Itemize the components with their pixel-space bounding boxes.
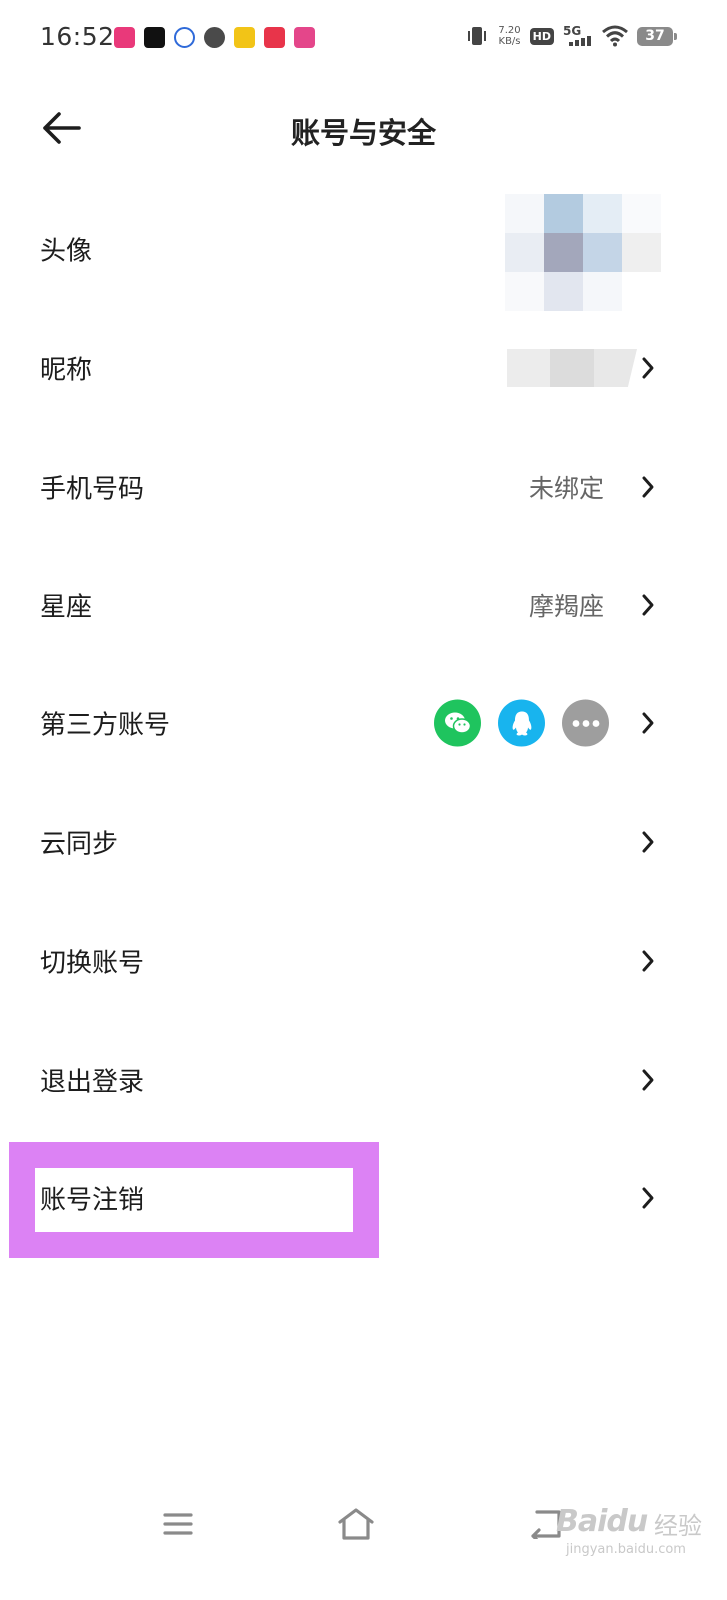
notification-app-icons — [114, 27, 315, 48]
row-switch-account[interactable]: 切换账号 — [0, 902, 727, 1020]
row-label: 昵称 — [40, 355, 93, 386]
video-app-icon — [294, 27, 315, 48]
chevron-right-icon — [642, 1069, 654, 1091]
speed-unit: KB/s — [498, 36, 521, 47]
row-phone[interactable]: 手机号码 未绑定 — [0, 428, 727, 546]
header: 账号与安全 — [0, 88, 727, 168]
hd-badge: HD — [529, 27, 554, 45]
chevron-right-icon — [642, 1187, 654, 1209]
nickname-value-blurred — [507, 349, 637, 387]
page-title: 账号与安全 — [290, 116, 436, 150]
tiktok-icon — [144, 27, 165, 48]
shopping-app-icon — [264, 27, 285, 48]
row-third-party[interactable]: 第三方账号 — [0, 664, 727, 782]
row-label: 退出登录 — [40, 1067, 145, 1098]
network-speed: 7.20 KB/s — [498, 25, 520, 47]
row-label: 切换账号 — [40, 948, 145, 979]
wechat-icon[interactable] — [434, 699, 481, 747]
row-label: 星座 — [40, 592, 93, 623]
row-label: 头像 — [40, 236, 93, 267]
watermark-brand: Baidu — [556, 1504, 648, 1539]
baidu-jingyan-watermark: Baidu 经验 jingyan.baidu.com — [556, 1492, 716, 1562]
signal-5g-icon: 5G — [563, 24, 593, 48]
chevron-right-icon — [642, 950, 654, 972]
gauge-app-icon — [204, 27, 225, 48]
menu-icon — [163, 1513, 193, 1535]
status-indicators: 7.20 KB/s HD 5G 37 — [465, 24, 677, 48]
third-party-icons — [434, 699, 609, 747]
wifi-icon — [602, 25, 628, 47]
row-zodiac[interactable]: 星座 摩羯座 — [0, 546, 727, 664]
row-label: 云同步 — [40, 829, 119, 860]
chevron-right-icon — [642, 594, 654, 616]
row-value: 摩羯座 — [528, 592, 604, 621]
qq-icon[interactable] — [498, 699, 545, 747]
row-label: 手机号码 — [40, 474, 145, 505]
row-logout[interactable]: 退出登录 — [0, 1021, 727, 1139]
watermark-cn: 经验 — [654, 1512, 702, 1540]
chevron-right-icon — [642, 712, 654, 734]
status-time: 16:52 — [40, 22, 115, 51]
row-nickname[interactable]: 昵称 — [0, 309, 727, 427]
home-icon — [338, 1508, 374, 1540]
row-value: 未绑定 — [528, 474, 604, 503]
baidu-paw-icon — [174, 27, 195, 48]
row-cloud-sync[interactable]: 云同步 — [0, 783, 727, 901]
home-button[interactable] — [331, 1502, 381, 1546]
chevron-right-icon — [642, 357, 654, 379]
weibo-icon — [234, 27, 255, 48]
avatar[interactable] — [505, 194, 661, 312]
watermark-url: jingyan.baidu.com — [566, 1542, 686, 1557]
chevron-right-icon — [642, 831, 654, 853]
row-label: 第三方账号 — [40, 710, 171, 741]
vibrate-icon — [468, 27, 487, 45]
row-label: 账号注销 — [40, 1185, 145, 1216]
battery-icon: 37 — [637, 26, 677, 46]
speed-value: 7.20 — [498, 25, 521, 36]
more-icon[interactable] — [562, 699, 609, 747]
chevron-right-icon — [642, 476, 654, 498]
app-notification-icon — [114, 27, 135, 48]
menu-button[interactable] — [153, 1502, 203, 1546]
status-bar: 16:52 7.20 KB/s HD 5G 37 — [0, 0, 727, 78]
row-delete-account[interactable]: 账号注销 — [0, 1139, 727, 1257]
